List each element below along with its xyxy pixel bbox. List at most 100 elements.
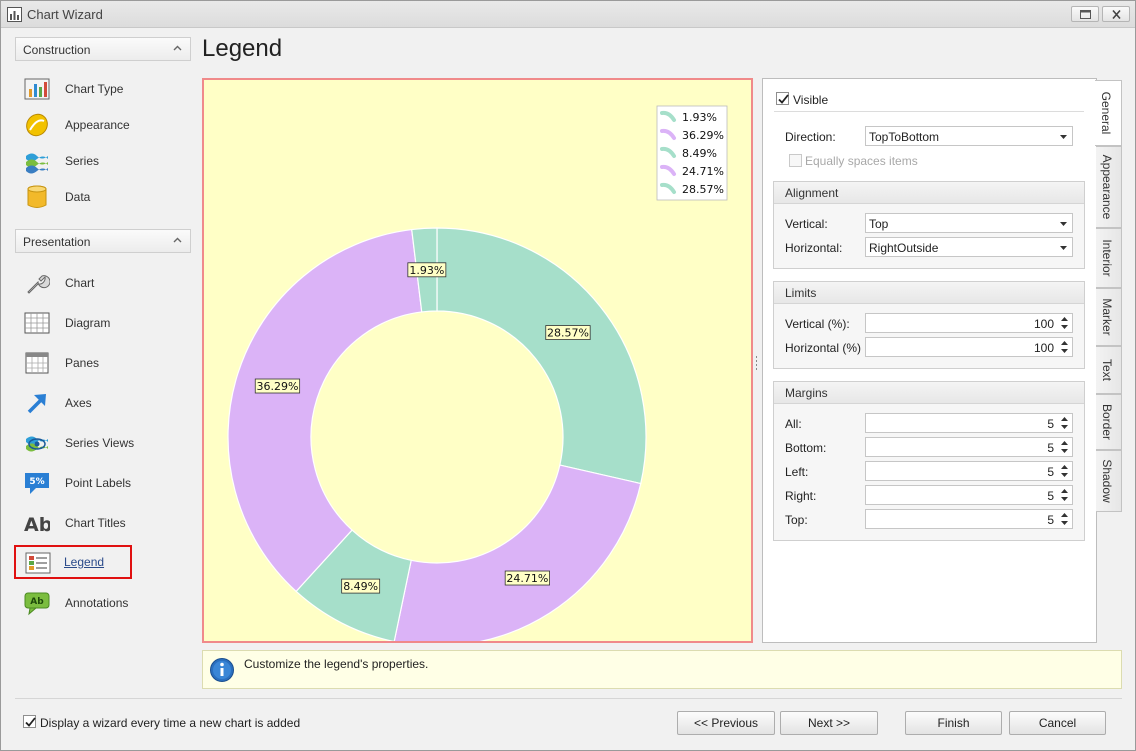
svg-text:8.49%: 8.49%	[343, 580, 378, 593]
chart-preview[interactable]: 28.57% 24.71% 8.49% 36.29% 1.93% 1.93% 36.29% 8…	[202, 78, 753, 643]
wrench-icon	[27, 275, 50, 294]
panes-icon	[25, 352, 49, 374]
point-labels-icon: 5%	[25, 473, 49, 494]
margin-left-label: Left:	[785, 465, 809, 479]
tab-appearance[interactable]: Appearance	[1096, 146, 1122, 228]
nav-item-axes[interactable]: Axes	[15, 386, 191, 420]
finish-button[interactable]: Finish	[905, 711, 1002, 735]
dropdown-arrow-icon	[1060, 246, 1067, 250]
spin-down-icon[interactable]	[1061, 521, 1068, 525]
nav-item-data[interactable]: Data	[15, 180, 191, 214]
alignment-horizontal-select[interactable]: RightOutside	[865, 237, 1073, 257]
nav-item-series-views[interactable]: Series Views	[15, 426, 191, 460]
tab-shadow[interactable]: Shadow	[1096, 450, 1122, 512]
diagram-icon	[24, 312, 50, 334]
dropdown-arrow-icon	[1060, 135, 1067, 139]
margin-left-spinner[interactable]: 5	[865, 461, 1073, 481]
spin-up-icon[interactable]	[1061, 417, 1068, 421]
spin-up-icon[interactable]	[1061, 341, 1068, 345]
limits-vertical-spinner[interactable]: 100	[865, 313, 1073, 333]
spin-up-icon[interactable]	[1061, 317, 1068, 321]
limits-horizontal-label: Horizontal (%)	[785, 341, 862, 355]
checkmark-icon	[778, 94, 789, 104]
margin-right-spinner[interactable]: 5	[865, 485, 1073, 505]
margin-top-spinner[interactable]: 5	[865, 509, 1073, 529]
nav-item-chart[interactable]: Chart	[15, 266, 191, 300]
visible-checkbox[interactable]	[776, 92, 789, 105]
margin-all-spinner[interactable]: 5	[865, 413, 1073, 433]
margin-bottom-spinner[interactable]: 5	[865, 437, 1073, 457]
spin-down-icon[interactable]	[1061, 473, 1068, 477]
slice-data-label: 36.29%	[254, 378, 301, 394]
margins-group-header: Margins	[774, 382, 1084, 404]
spin-up-icon[interactable]	[1061, 489, 1068, 493]
spin-down-icon[interactable]	[1061, 349, 1068, 353]
nav-label: Legend	[64, 555, 105, 569]
alignment-vertical-select[interactable]: Top	[865, 213, 1073, 233]
nav-label: Point Labels	[65, 476, 132, 490]
nav-item-panes[interactable]: Panes	[15, 346, 191, 380]
doughnut-slice[interactable]	[393, 464, 642, 641]
close-button[interactable]	[1102, 6, 1130, 22]
maximize-button[interactable]	[1071, 6, 1099, 22]
nav-item-annotations[interactable]: Ab Annotations	[15, 586, 191, 620]
cancel-button[interactable]: Cancel	[1009, 711, 1106, 735]
doughnut-slice[interactable]	[227, 228, 423, 593]
maximize-icon	[1080, 10, 1091, 19]
nav-item-chart-titles[interactable]: Ab Chart Titles	[15, 506, 191, 540]
svg-text:Ab: Ab	[24, 514, 50, 536]
alignment-group-header: Alignment	[774, 182, 1084, 204]
previous-button[interactable]: << Previous	[677, 711, 775, 735]
nav-item-chart-type[interactable]: Chart Type	[15, 72, 191, 106]
show-wizard-checkbox[interactable]	[23, 715, 36, 728]
limits-horizontal-spinner[interactable]: 100	[865, 337, 1073, 357]
footer-divider	[15, 698, 1122, 699]
visible-label: Visible	[793, 93, 829, 107]
construction-group-header[interactable]: Construction	[15, 37, 191, 61]
nav-label: Series	[65, 154, 100, 168]
tab-text[interactable]: Text	[1096, 346, 1122, 394]
nav-item-appearance[interactable]: Appearance	[15, 108, 191, 142]
close-icon	[1112, 10, 1121, 19]
legend-entry-label: 1.93%	[682, 111, 717, 124]
spin-up-icon[interactable]	[1061, 441, 1068, 445]
spin-down-icon[interactable]	[1061, 449, 1068, 453]
nav-label: Diagram	[65, 316, 111, 330]
alignment-vertical-label: Vertical:	[785, 217, 828, 231]
tab-marker[interactable]: Marker	[1096, 288, 1122, 346]
equally-spaces-checkbox[interactable]	[789, 154, 802, 167]
direction-label: Direction:	[785, 130, 836, 144]
nav-item-point-labels[interactable]: 5% Point Labels	[15, 466, 191, 500]
tab-interior[interactable]: Interior	[1096, 228, 1122, 288]
spin-down-icon[interactable]	[1061, 425, 1068, 429]
nav-item-series[interactable]: Series	[15, 144, 191, 178]
nav-item-legend[interactable]: Legend	[14, 545, 132, 579]
alignment-horizontal-value: RightOutside	[869, 241, 939, 255]
nav-item-diagram[interactable]: Diagram	[15, 306, 191, 340]
direction-value: TopToBottom	[869, 130, 940, 144]
nav-label: Data	[65, 190, 91, 204]
alignment-vertical-value: Top	[869, 217, 889, 231]
margin-all-value: 5	[1047, 417, 1054, 431]
appearance-icon	[26, 113, 48, 137]
spin-up-icon[interactable]	[1061, 465, 1068, 469]
presentation-group-header[interactable]: Presentation	[15, 229, 191, 253]
legend-entry-label: 28.57%	[682, 183, 724, 196]
doughnut-slice[interactable]	[436, 227, 647, 485]
tab-border[interactable]: Border	[1096, 394, 1122, 450]
chart-titles-icon: Ab	[24, 514, 50, 536]
tab-general[interactable]: General	[1095, 80, 1122, 146]
spin-down-icon[interactable]	[1061, 325, 1068, 329]
spin-down-icon[interactable]	[1061, 497, 1068, 501]
svg-text:28.57%: 28.57%	[547, 327, 589, 340]
axes-arrow-icon	[27, 394, 46, 414]
splitter-grip-icon[interactable]	[755, 356, 758, 370]
next-button[interactable]: Next >>	[780, 711, 878, 735]
nav-label: Annotations	[65, 596, 129, 610]
legend-entry-label: 8.49%	[682, 147, 717, 160]
spin-up-icon[interactable]	[1061, 513, 1068, 517]
direction-select[interactable]: TopToBottom	[865, 126, 1073, 146]
show-wizard-label: Display a wizard every time a new chart …	[40, 716, 301, 730]
equally-spaces-label: Equally spaces items	[805, 154, 918, 168]
svg-text:5%: 5%	[29, 477, 44, 487]
